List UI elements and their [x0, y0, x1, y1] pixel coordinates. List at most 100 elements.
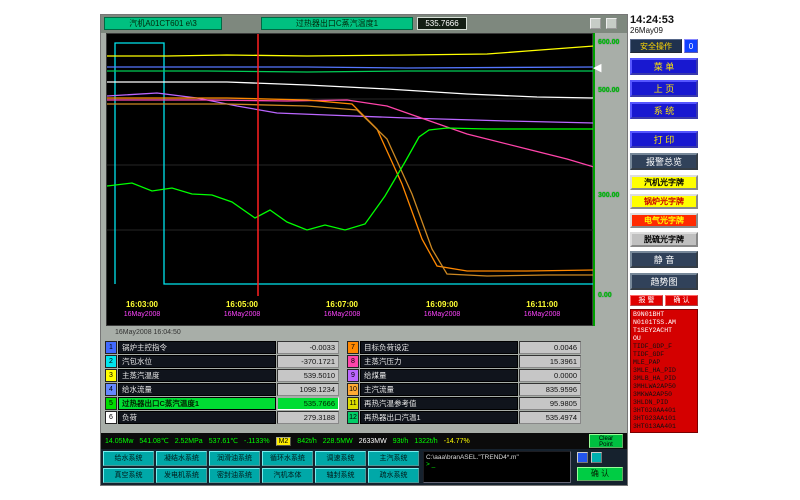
legend-row[interactable]: 6负荷279.3188 [105, 411, 339, 424]
trend-line-sh-outlet-c-temp1 [107, 128, 594, 230]
y-tick-label: 500.00 [598, 87, 619, 94]
alarm-entry[interactable]: 3HTG13AA401 [633, 423, 695, 431]
x-tick-date: 16May2008 [110, 311, 174, 318]
alarm-entry[interactable]: 3MLE_HA_PID [633, 367, 695, 375]
sidebar-button[interactable]: 菜 单 [630, 58, 698, 75]
system-button[interactable]: 润滑油系统 [209, 451, 260, 466]
alarm-tab[interactable]: 确 认 [665, 295, 698, 306]
legend-row[interactable]: 10主汽流量835.9596 [347, 383, 581, 396]
scale-marker-icon[interactable]: ◀ [593, 61, 601, 74]
topbar-icon-1[interactable] [590, 18, 601, 29]
trend-line-main-steam-temp [107, 46, 594, 56]
annunciator-lamp[interactable]: 汽机光字牌 [630, 175, 698, 190]
sidebar-button[interactable]: 静 音 [630, 251, 698, 268]
pen-value: 0.0046 [519, 341, 581, 354]
system-button[interactable]: 发电机系统 [156, 468, 207, 483]
clock-date: 26May09 [630, 26, 698, 35]
console-icon-blue[interactable] [577, 452, 588, 463]
pen-value: 1098.1234 [277, 383, 339, 396]
alarm-entry[interactable]: B9N01BHT [633, 311, 695, 319]
sidebar-button[interactable]: 趋势图 [630, 273, 698, 290]
system-button[interactable]: 主汽系统 [368, 451, 419, 466]
trend-topbar: 汽机A01CT601 e\3 过热器出口C蒸汽温度1 535.7666 [101, 15, 627, 33]
legend-row[interactable]: 3主蒸汽温度539.5010 [105, 369, 339, 382]
pen-value: 15.3961 [519, 355, 581, 368]
alarm-entry[interactable]: T1SEY2ACHT [633, 327, 695, 335]
alarm-entry[interactable]: 3HTG20AA401 [633, 407, 695, 415]
alarm-entry[interactable]: 3MLB_HA_PID [633, 375, 695, 383]
annunciator-lamp[interactable]: 锅炉光字牌 [630, 194, 698, 209]
system-button[interactable]: 轴封系统 [315, 468, 366, 483]
x-tick-time: 16:11:00 [510, 300, 574, 309]
alarm-tab[interactable]: 报 警 [630, 295, 663, 306]
legend-row[interactable]: 1锅炉主控指令-0.0033 [105, 341, 339, 354]
status-value: 93t/h [393, 438, 409, 445]
trend-chart[interactable]: 16:03:0016May200816:05:0016May200816:07:… [106, 33, 593, 326]
selected-point-tab[interactable]: 过热器出口C蒸汽温度1 [261, 17, 413, 30]
alarm-entry[interactable]: TIDF_GDP_F [633, 343, 695, 351]
sidebar-button[interactable]: 上 页 [630, 80, 698, 97]
trend-line-rh-outlet-temp1 [107, 71, 594, 72]
status-value: 842t/h [297, 438, 316, 445]
command-console[interactable]: C:\aaa\branASEL."TREND4*.m" > _ [423, 451, 571, 483]
alarm-entry[interactable]: 3HLDN_PID [633, 399, 695, 407]
alarm-entry[interactable]: 3MHLWA2AP50 [633, 383, 695, 391]
legend-row[interactable]: 12再热器出口汽温1535.4974 [347, 411, 581, 424]
system-button[interactable]: 疏水系统 [368, 468, 419, 483]
x-tick-date: 16May2008 [410, 311, 474, 318]
alarm-entry[interactable]: OU [633, 335, 695, 343]
topbar-icon-2[interactable] [606, 18, 617, 29]
clear-point-button[interactable]: Clear Point [589, 434, 623, 448]
pen-color-swatch: 8 [347, 355, 359, 368]
legend-row[interactable]: 7目标负荷设定0.0046 [347, 341, 581, 354]
pen-color-swatch: 6 [105, 411, 117, 424]
system-button[interactable]: 凝结水系统 [156, 451, 207, 466]
legend-row[interactable]: 11再热汽温参考值95.9805 [347, 397, 581, 410]
sidebar-button[interactable]: 打 印 [630, 131, 698, 148]
pen-value: 535.4974 [519, 411, 581, 424]
trend-plot [107, 34, 594, 296]
trend-legend: 1锅炉主控指令-0.00332汽包水位-370.17213主蒸汽温度539.50… [105, 341, 597, 424]
legend-row[interactable]: 2汽包水位-370.1721 [105, 355, 339, 368]
alarm-entry[interactable]: 3HTG23AA101 [633, 415, 695, 423]
status-value: 541.08℃ [139, 437, 168, 445]
legend-row[interactable]: 5过热器出口C蒸汽温度1535.7666 [105, 397, 339, 410]
legend-row[interactable]: 9给煤量0.0000 [347, 369, 581, 382]
x-tick-time: 16:07:00 [310, 300, 374, 309]
sidebar-button[interactable]: 系 统 [630, 102, 698, 119]
system-button[interactable]: 真空系统 [103, 468, 154, 483]
system-button[interactable]: 汽机本体 [262, 468, 313, 483]
system-button[interactable]: 循环水系统 [262, 451, 313, 466]
status-value: -14.77% [444, 438, 470, 445]
pen-value: 835.9596 [519, 383, 581, 396]
sidebar-button[interactable]: 报警总览 [630, 153, 698, 170]
pen-color-swatch: 4 [105, 383, 117, 396]
pen-value: 95.9805 [519, 397, 581, 410]
system-button[interactable]: 调速系统 [315, 451, 366, 466]
safe-operation-row: 安全操作 0 [630, 39, 698, 53]
annunciator-lamp[interactable]: 脱硫光字牌 [630, 232, 698, 247]
status-value: 1322t/h [414, 438, 437, 445]
alarm-entry[interactable]: MLE_PAP [633, 359, 695, 367]
trend-line-drum-level [115, 43, 594, 284]
safe-operation-button[interactable]: 安全操作 [630, 39, 682, 53]
point-group-tab[interactable]: 汽机A01CT601 e\3 [104, 17, 222, 30]
x-tick-date: 16May2008 [510, 311, 574, 318]
system-button[interactable]: 密封油系统 [209, 468, 260, 483]
console-icon-teal[interactable] [591, 452, 602, 463]
alarm-entry[interactable]: N0101TSS.AM [633, 319, 695, 327]
pen-value: 279.3188 [277, 411, 339, 424]
safe-operation-count: 0 [684, 39, 698, 53]
annunciator-lamp[interactable]: 电气光字牌 [630, 213, 698, 228]
system-button[interactable]: 给水系统 [103, 451, 154, 466]
sidebar-extra-buttons: 静 音趋势图 [630, 251, 698, 290]
status-bar: 14.05Mw541.08℃2.52MPa537.61℃-.1133%M2842… [101, 433, 627, 449]
alarm-entry[interactable]: TIDF_GDF [633, 351, 695, 359]
ack-button[interactable]: 确 认 [577, 467, 623, 481]
sidebar: 14:24:53 26May09 安全操作 0 菜 单上 页系 统打 印报警总览… [630, 14, 698, 486]
status-value: 2633MW [359, 438, 387, 445]
alarm-entry[interactable]: 3MKWA2AP50 [633, 391, 695, 399]
legend-row[interactable]: 4给水流量1098.1234 [105, 383, 339, 396]
legend-row[interactable]: 8主蒸汽压力15.3961 [347, 355, 581, 368]
status-mode-badge: M2 [276, 437, 292, 446]
